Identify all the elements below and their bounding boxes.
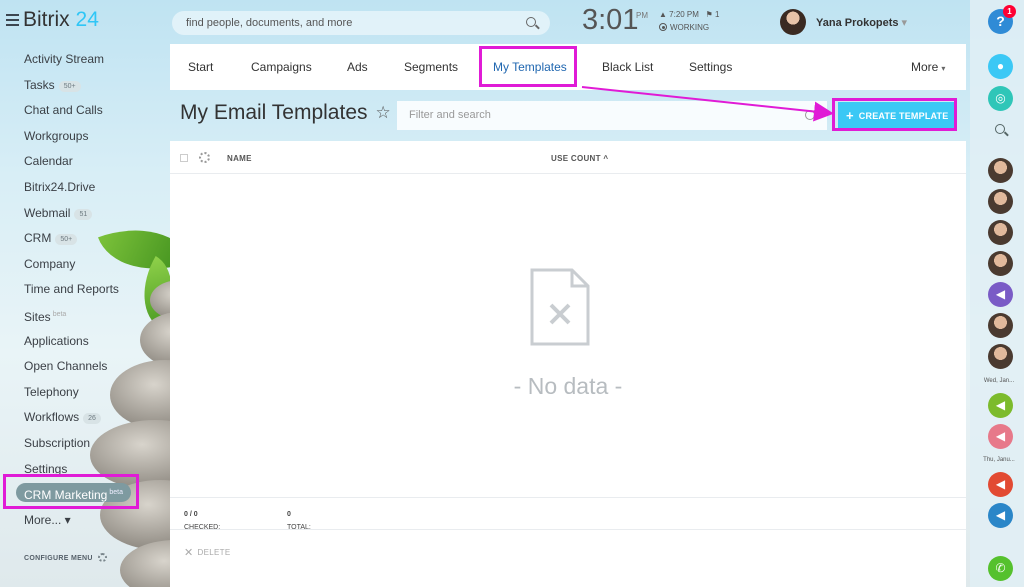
- tab-campaigns[interactable]: Campaigns: [251, 44, 312, 90]
- contact-avatar[interactable]: [988, 220, 1013, 245]
- delete-button[interactable]: ✕ DELETE: [184, 546, 230, 559]
- search-input[interactable]: find people, documents, and more: [172, 11, 550, 35]
- megaphone-icon[interactable]: ◀: [988, 424, 1013, 449]
- alarm-time: ▲ 7:20 PM: [659, 10, 699, 19]
- working-icon: [659, 23, 667, 31]
- contact-avatar[interactable]: [988, 251, 1013, 276]
- gear-icon[interactable]: [199, 152, 210, 163]
- nav-more-button[interactable]: More... ▾: [0, 509, 160, 535]
- beta-label: beta: [52, 310, 67, 318]
- star-icon[interactable]: ☆: [376, 103, 391, 123]
- nav-item-calendar[interactable]: Calendar: [0, 150, 160, 176]
- chevron-down-icon: ▾: [901, 17, 908, 29]
- nav-item-workgroups[interactable]: Workgroups: [0, 125, 160, 151]
- close-icon: ✕: [184, 547, 194, 559]
- select-all-checkbox[interactable]: [180, 154, 188, 162]
- tab-settings[interactable]: Settings: [689, 44, 732, 90]
- phone-icon[interactable]: ✆: [988, 556, 1013, 581]
- tab-segments[interactable]: Segments: [404, 44, 458, 90]
- nav-item-subscription[interactable]: Subscription: [0, 432, 160, 458]
- contact-avatar[interactable]: [988, 158, 1013, 183]
- top-bar: Bitrix 24 find people, documents, and mo…: [0, 0, 970, 44]
- tab-highlight-box: [479, 46, 577, 87]
- configure-menu-button[interactable]: CONFIGURE MENU: [24, 553, 107, 562]
- nav-item-drive[interactable]: Bitrix24.Drive: [0, 176, 160, 202]
- no-data-message: - No data -: [513, 373, 623, 399]
- counter-badge: 50+: [58, 80, 81, 92]
- nav-item-open-channels[interactable]: Open Channels: [0, 355, 160, 381]
- right-sidebar: ? 1 ● ◎ ◀ Wed, Jan... ◀ ◀ Thu, Janu... ◀ …: [970, 0, 1024, 587]
- hamburger-menu-icon[interactable]: [6, 14, 19, 26]
- search-icon[interactable]: [805, 110, 815, 120]
- total-count: TOTAL: 0: [287, 511, 311, 531]
- logo[interactable]: Bitrix 24: [23, 8, 99, 32]
- nav-item-telephony[interactable]: Telephony: [0, 381, 160, 407]
- grid-footer: CHECKED: 0 / 0 TOTAL: 0: [170, 497, 966, 531]
- nav-item-workflows[interactable]: Workflows 26: [0, 406, 160, 432]
- megaphone-icon[interactable]: ◀: [988, 393, 1013, 418]
- workday-status[interactable]: ▲ 7:20 PM ⚑ 1 WORKING: [659, 8, 719, 34]
- column-name[interactable]: NAME: [227, 154, 252, 163]
- nav-item-applications[interactable]: Applications: [0, 330, 160, 356]
- contact-avatar[interactable]: [988, 189, 1013, 214]
- empty-document-icon: [530, 268, 590, 346]
- date-label: Thu, Janu...: [983, 457, 1015, 463]
- nav-item-company[interactable]: Company: [0, 253, 160, 279]
- contact-avatar[interactable]: [988, 313, 1013, 338]
- chat-icon[interactable]: ◎: [988, 86, 1013, 111]
- search-icon[interactable]: [995, 124, 1005, 134]
- counter-badge: 50+: [55, 234, 78, 246]
- search-icon[interactable]: [526, 17, 536, 27]
- left-nav: Activity Stream Tasks 50+ Chat and Calls …: [0, 48, 160, 534]
- tab-more[interactable]: More ▾: [911, 44, 945, 90]
- nav-highlight-box: [3, 474, 139, 509]
- chevron-down-icon: ▾: [941, 64, 946, 73]
- clock-time[interactable]: 3:01: [582, 4, 638, 37]
- nav-item-activity-stream[interactable]: Activity Stream: [0, 48, 160, 74]
- megaphone-icon[interactable]: ◀: [988, 282, 1013, 307]
- nav-item-time-and-reports[interactable]: Time and Reports: [0, 278, 160, 304]
- flag-count: ⚑ 1: [705, 10, 720, 19]
- help-button[interactable]: ? 1: [988, 5, 1016, 34]
- nav-item-webmail[interactable]: Webmail 51: [0, 202, 160, 228]
- filter-search-input[interactable]: Filter and search: [397, 101, 827, 130]
- gear-icon: [97, 553, 107, 562]
- contact-avatar[interactable]: [988, 344, 1013, 369]
- nav-item-chat-and-calls[interactable]: Chat and Calls: [0, 99, 160, 125]
- notification-count-badge: 1: [1003, 5, 1016, 18]
- bell-icon[interactable]: ●: [988, 54, 1013, 79]
- templates-grid: NAME USE COUNT ^ - No data - CHECKED: 0 …: [170, 141, 966, 587]
- page-title: My Email Templates ☆: [180, 101, 391, 124]
- counter-badge: 26: [83, 413, 101, 425]
- nav-item-crm[interactable]: CRM 50+: [0, 227, 160, 253]
- nav-item-sites[interactable]: Sites beta: [0, 304, 160, 330]
- counter-badge: 51: [74, 208, 93, 220]
- megaphone-icon[interactable]: ◀: [988, 472, 1013, 497]
- button-highlight-box: [832, 98, 957, 131]
- working-label: WORKING: [670, 23, 710, 32]
- date-label: Wed, Jan...: [983, 378, 1015, 384]
- grid-header: NAME USE COUNT ^: [170, 141, 966, 174]
- nav-item-tasks[interactable]: Tasks 50+: [0, 74, 160, 100]
- column-use-count[interactable]: USE COUNT ^: [551, 154, 608, 163]
- tab-black-list[interactable]: Black List: [602, 44, 653, 90]
- user-avatar[interactable]: [780, 9, 806, 35]
- tab-start[interactable]: Start: [188, 44, 213, 90]
- tab-ads[interactable]: Ads: [347, 44, 368, 90]
- megaphone-icon[interactable]: ◀: [988, 503, 1013, 528]
- checked-count: CHECKED: 0 / 0: [184, 511, 221, 531]
- clock-ampm: PM: [636, 11, 648, 20]
- user-menu[interactable]: Yana Prokopets ▾: [816, 16, 907, 29]
